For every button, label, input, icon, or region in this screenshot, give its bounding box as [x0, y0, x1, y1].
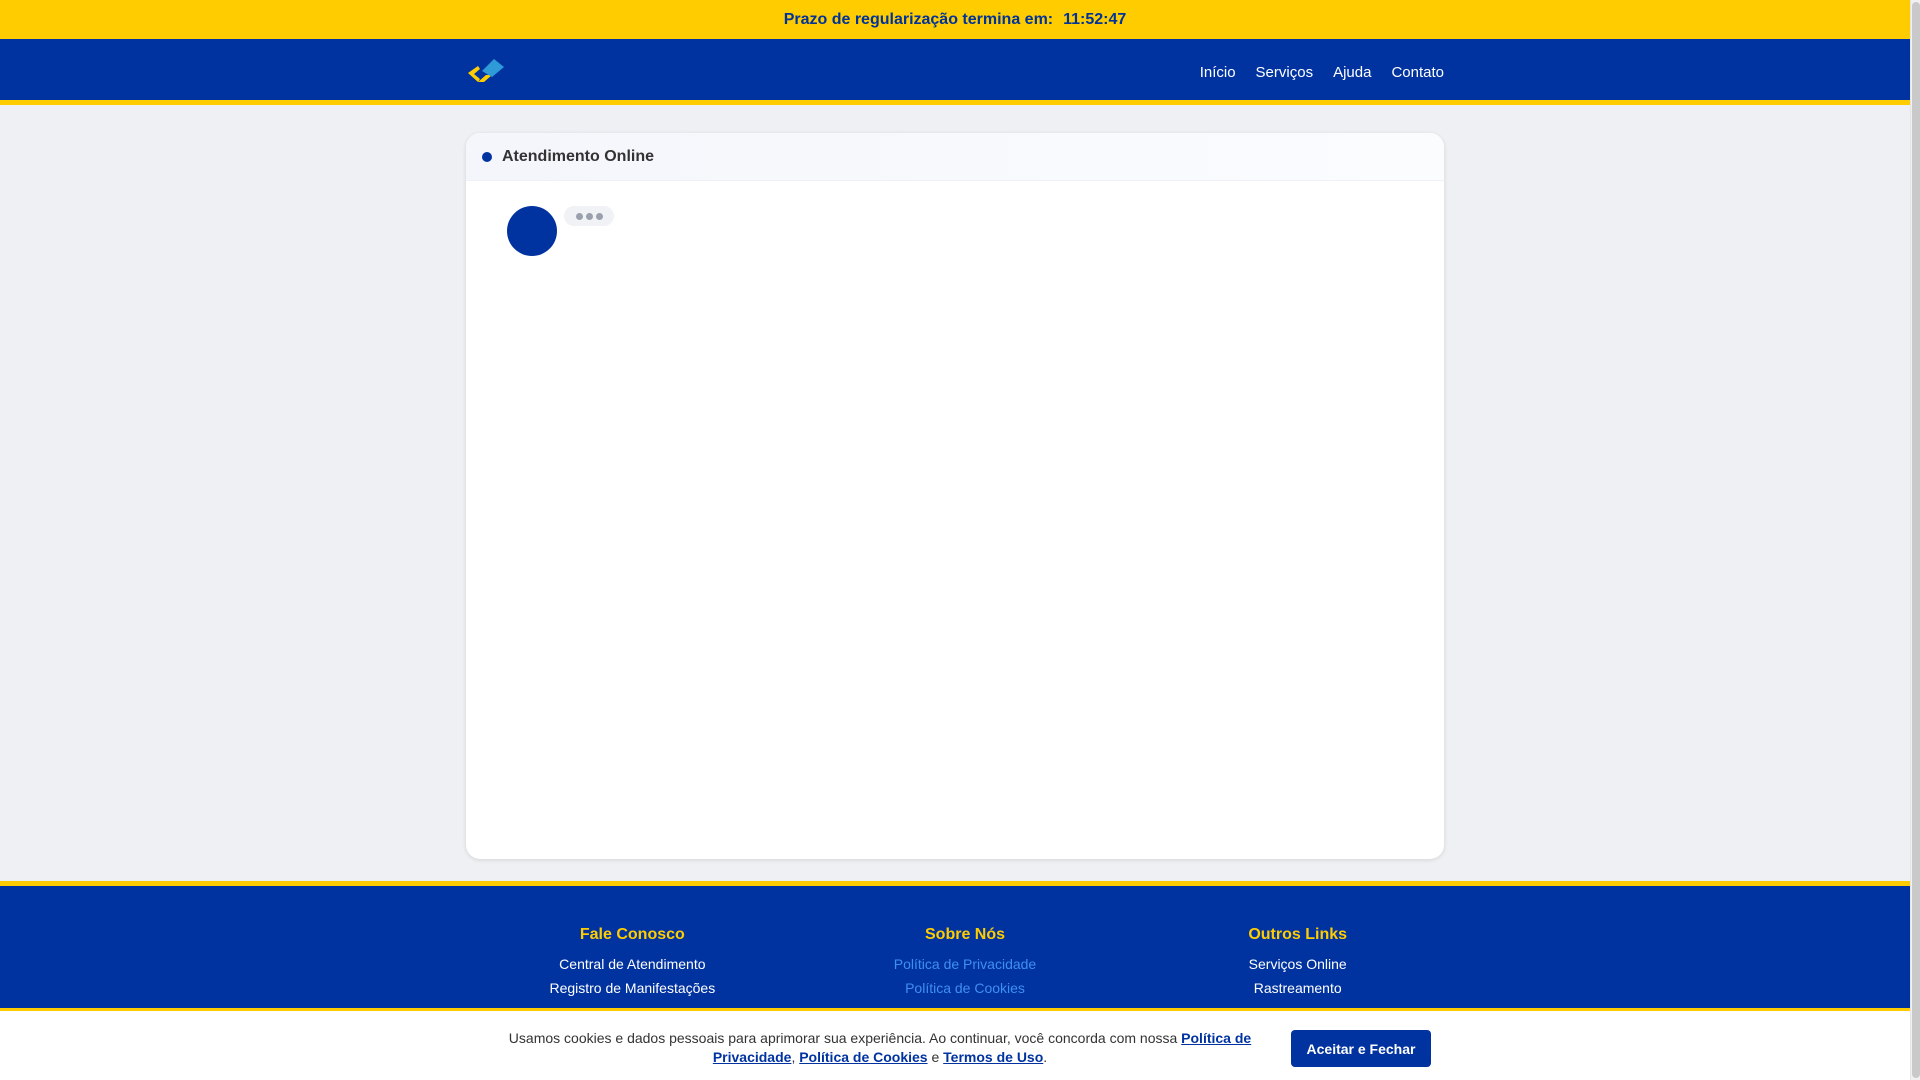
- footer-heading: Sobre Nós: [925, 926, 1006, 943]
- page: Prazo de regularização termina em: 11:52…: [0, 0, 1910, 1080]
- countdown-label: Prazo de regularização termina em:: [783, 10, 1054, 28]
- scrollbar-thumb[interactable]: [1912, 2, 1920, 1078]
- footer-link[interactable]: Rastreamento: [1131, 980, 1464, 996]
- countdown-timer: 11:52:47: [1063, 10, 1127, 28]
- cookie-and: e: [931, 1049, 940, 1065]
- cookie-message: Usamos cookies e dados pessoais para apr…: [500, 1029, 1260, 1067]
- typing-dot-icon: [585, 212, 593, 220]
- footer-link[interactable]: Registro de Manifestações: [466, 980, 799, 996]
- footer-column-about: Sobre Nós Política de Privacidade Políti…: [799, 926, 1132, 1004]
- accept-cookies-button[interactable]: Aceitar e Fechar: [1291, 1030, 1431, 1067]
- chat-card: Atendimento Online: [466, 133, 1444, 859]
- cookie-text: Usamos cookies e dados pessoais para apr…: [508, 1030, 1178, 1046]
- footer-column-other: Outros Links Serviços Online Rastreament…: [1131, 926, 1464, 1004]
- footer-heading: Fale Conosco: [579, 926, 685, 943]
- typing-dot-icon: [575, 212, 583, 220]
- logo-icon: [468, 58, 504, 82]
- footer-link[interactable]: Central de Atendimento: [466, 956, 799, 972]
- cookie-separator: ,: [791, 1049, 796, 1065]
- nav-inicio[interactable]: Início: [1200, 64, 1236, 81]
- scrollbar[interactable]: [1910, 0, 1920, 1080]
- main-nav: Início Serviços Ajuda Contato: [1200, 64, 1444, 81]
- chat-title: Atendimento Online: [502, 147, 654, 165]
- typing-dot-icon: [595, 212, 603, 220]
- status-dot-icon: [482, 151, 492, 162]
- cookie-policy-link[interactable]: Política de Cookies: [799, 1049, 927, 1065]
- cookie-period: .: [1043, 1049, 1048, 1065]
- cookie-banner: Usamos cookies e dados pessoais para apr…: [0, 1008, 1910, 1080]
- nav-contato[interactable]: Contato: [1391, 64, 1444, 81]
- footer-link[interactable]: Política de Privacidade: [799, 956, 1132, 972]
- logo-link[interactable]: [466, 53, 506, 92]
- footer-column-contact: Fale Conosco Central de Atendimento Regi…: [466, 926, 799, 1004]
- nav-ajuda[interactable]: Ajuda: [1333, 64, 1371, 81]
- nav-servicos[interactable]: Serviços: [1256, 64, 1314, 81]
- countdown-bar: Prazo de regularização termina em: 11:52…: [0, 0, 1910, 39]
- footer-heading: Outros Links: [1248, 926, 1348, 943]
- agent-avatar: [507, 206, 557, 256]
- footer-link[interactable]: Serviços Online: [1131, 956, 1464, 972]
- footer-link[interactable]: Política de Cookies: [799, 980, 1132, 996]
- terms-of-use-link[interactable]: Termos de Uso: [943, 1049, 1043, 1065]
- site-header: Início Serviços Ajuda Contato: [0, 39, 1910, 105]
- typing-indicator: [564, 206, 614, 226]
- chat-header: Atendimento Online: [466, 133, 1444, 181]
